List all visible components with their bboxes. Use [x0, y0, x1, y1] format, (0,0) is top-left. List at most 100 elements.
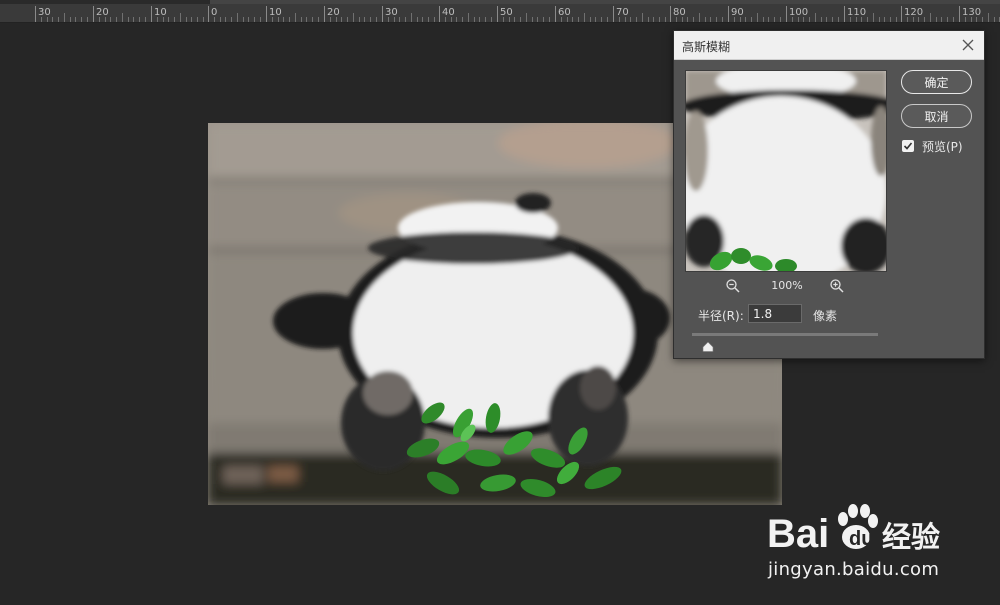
ruler-minor-tick: [422, 17, 423, 22]
preview-checkbox[interactable]: [902, 140, 914, 152]
ruler-minor-tick: [116, 17, 117, 22]
ruler-minor-tick: [584, 13, 585, 22]
radius-slider-track[interactable]: [692, 333, 878, 336]
ruler-minor-tick: [231, 17, 232, 22]
preview-checkbox-label[interactable]: 预览(P): [922, 138, 963, 155]
ruler-minor-tick: [225, 17, 226, 22]
zoom-out-icon[interactable]: [725, 278, 741, 294]
ruler-major-tick: [382, 6, 383, 22]
ruler-tick-label: 90: [731, 7, 744, 18]
ruler-minor-tick: [590, 17, 591, 22]
ruler-major-tick: [959, 6, 960, 22]
ruler-minor-tick: [699, 13, 700, 22]
cancel-button[interactable]: 取消: [901, 104, 972, 128]
logo-text-bai: Bai: [767, 512, 829, 555]
ruler-minor-tick: [636, 17, 637, 22]
ruler-minor-tick: [341, 17, 342, 22]
ruler-tick-label: 10: [154, 7, 167, 18]
ruler-minor-tick: [163, 17, 164, 22]
ruler-minor-tick: [856, 17, 857, 22]
ruler-minor-tick: [312, 17, 313, 22]
dialog-titlebar[interactable]: 高斯模糊: [674, 31, 984, 60]
ruler-minor-tick: [520, 17, 521, 22]
ruler-minor-tick: [301, 17, 302, 22]
ruler-minor-tick: [237, 13, 238, 22]
ruler-minor-tick: [861, 17, 862, 22]
ruler-major-tick: [497, 6, 498, 22]
ruler-minor-tick: [70, 17, 71, 22]
ruler-minor-tick: [745, 17, 746, 22]
ruler-minor-tick: [815, 13, 816, 22]
radius-input[interactable]: [748, 304, 802, 323]
ruler-tick-label: 70: [616, 7, 629, 18]
ruler-minor-tick: [988, 13, 989, 22]
ruler-minor-tick: [607, 17, 608, 22]
ruler-minor-tick: [491, 17, 492, 22]
ruler-minor-tick: [272, 17, 273, 22]
ruler-minor-tick: [243, 17, 244, 22]
ruler-minor-tick: [873, 13, 874, 22]
ruler-minor-tick: [653, 17, 654, 22]
ruler-minor-tick: [716, 17, 717, 22]
radius-slider-thumb[interactable]: [702, 337, 714, 352]
radius-unit-label: 像素: [813, 309, 838, 323]
ruler-minor-tick: [503, 17, 504, 22]
close-icon[interactable]: [958, 35, 978, 55]
ruler-minor-tick: [896, 17, 897, 22]
ruler-minor-tick: [456, 17, 457, 22]
ruler-minor-tick: [532, 17, 533, 22]
ruler-minor-tick: [763, 17, 764, 22]
ruler-minor-tick: [619, 17, 620, 22]
ruler-minor-tick: [197, 17, 198, 22]
preview-window[interactable]: [685, 70, 887, 272]
ruler-minor-tick: [572, 17, 573, 22]
ruler-minor-tick: [58, 17, 59, 22]
ruler-minor-tick: [474, 17, 475, 22]
ruler-minor-tick: [428, 17, 429, 22]
ruler-minor-tick: [734, 17, 735, 22]
ruler-minor-tick: [526, 13, 527, 22]
ruler-minor-tick: [832, 17, 833, 22]
ruler-minor-tick: [105, 17, 106, 22]
ruler-minor-tick: [682, 17, 683, 22]
ruler-minor-tick: [982, 17, 983, 22]
ruler-minor-tick: [180, 13, 181, 22]
ruler-major-tick: [324, 6, 325, 22]
ruler-minor-tick: [220, 17, 221, 22]
ruler-minor-tick: [254, 17, 255, 22]
ruler-minor-tick: [722, 17, 723, 22]
gaussian-blur-dialog: 高斯模糊 确定 取消 预览(P) 100% 半径(R): 1.8 像素: [673, 30, 985, 359]
ruler-minor-tick: [705, 17, 706, 22]
ruler-minor-tick: [601, 17, 602, 22]
ruler-minor-tick: [867, 17, 868, 22]
ruler-minor-tick: [399, 17, 400, 22]
ruler-minor-tick: [567, 17, 568, 22]
horizontal-ruler[interactable]: 30 20 10 0 10 20 30 40 50 60 70 80 90 100 110 120 130: [0, 0, 1000, 23]
ruler-minor-tick: [133, 17, 134, 22]
ruler-major-tick: [439, 6, 440, 22]
ruler-minor-tick: [751, 17, 752, 22]
ruler-minor-tick: [947, 17, 948, 22]
ruler-minor-tick: [514, 17, 515, 22]
ruler-minor-tick: [936, 17, 937, 22]
ruler-minor-tick: [971, 17, 972, 22]
ruler-minor-tick: [549, 17, 550, 22]
ruler-minor-tick: [907, 17, 908, 22]
ruler-minor-tick: [248, 17, 249, 22]
ruler-minor-tick: [595, 17, 596, 22]
ruler-minor-tick: [330, 17, 331, 22]
baidu-logo: Bai du 经验: [767, 504, 940, 556]
ruler-minor-tick: [543, 17, 544, 22]
ok-button[interactable]: 确定: [901, 70, 972, 94]
ruler-major-tick: [151, 6, 152, 22]
ruler-minor-tick: [913, 17, 914, 22]
ruler-tick-label: 50: [500, 7, 513, 18]
ruler-minor-tick: [52, 17, 53, 22]
ruler-minor-tick: [625, 17, 626, 22]
ruler-major-tick: [613, 6, 614, 22]
zoom-level: 100%: [771, 279, 803, 292]
radius-label: 半径(R):: [698, 309, 744, 323]
ruler-minor-tick: [509, 17, 510, 22]
zoom-in-icon[interactable]: [829, 278, 845, 294]
ruler-minor-tick: [388, 17, 389, 22]
